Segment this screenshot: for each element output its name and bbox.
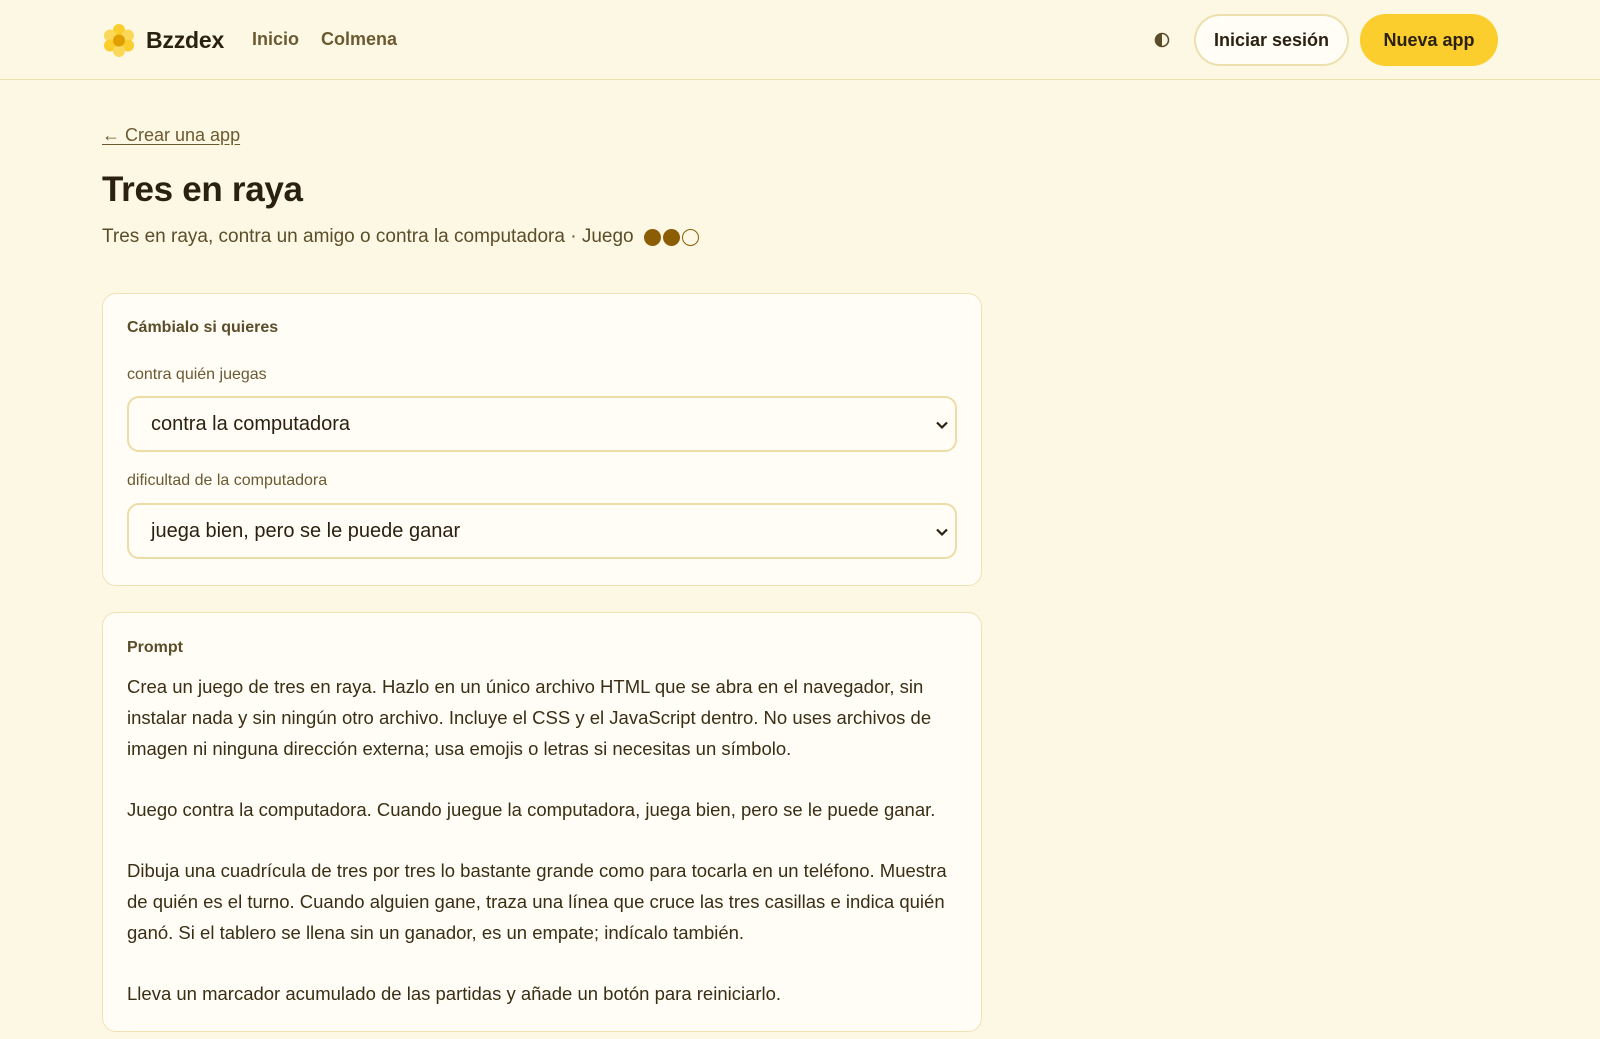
difficulty-label: dificultad de la computadora xyxy=(127,472,328,489)
theme-toggle-button[interactable] xyxy=(1152,30,1172,50)
chevron-down-icon xyxy=(936,528,948,537)
prompt-paragraph: Crea un juego de tres en raya. Hazlo en … xyxy=(127,676,932,759)
main-nav: Inicio Colmena xyxy=(252,29,397,50)
prompt-paragraph: Dibuja una cuadrícula de tres por tres l… xyxy=(127,860,947,943)
difficulty-dot-filled xyxy=(643,228,661,246)
difficulty-dot-filled xyxy=(662,228,680,246)
options-card: Cámbialo si quieres contra quién juegas … xyxy=(102,293,982,586)
new-app-button[interactable]: Nueva app xyxy=(1360,14,1498,66)
page-subtitle: Tres en raya, contra un amigo o contra l… xyxy=(102,226,699,248)
difficulty-rating xyxy=(643,228,699,246)
half-circle-icon xyxy=(1154,32,1170,48)
difficulty-dot-empty xyxy=(681,228,699,246)
opponent-select-value: contra la computadora xyxy=(151,412,351,435)
opponent-label: contra quién juegas xyxy=(127,366,267,383)
opponent-select[interactable]: contra la computadora xyxy=(127,396,957,452)
brand[interactable]: Bzzdex xyxy=(102,22,224,58)
login-button[interactable]: Iniciar sesión xyxy=(1194,14,1349,66)
chevron-down-icon xyxy=(936,421,948,430)
nav-item-colmena[interactable]: Colmena xyxy=(321,29,397,50)
prompt-text: Crea un juego de tres en raya. Hazlo en … xyxy=(127,671,957,1039)
brand-name: Bzzdex xyxy=(146,26,225,53)
back-link[interactable]: ← Crear una app xyxy=(102,125,240,146)
difficulty-select-value: juega bien, pero se le puede ganar xyxy=(151,519,461,542)
page-title: Tres en raya xyxy=(102,170,303,209)
top-navigation-bar: Bzzdex Inicio Colmena Iniciar sesión Nue… xyxy=(0,0,1600,80)
options-heading: Cámbialo si quieres xyxy=(127,319,279,336)
nav-item-inicio[interactable]: Inicio xyxy=(252,29,299,50)
prompt-paragraph: Lleva un marcador acumulado de las parti… xyxy=(127,983,782,1004)
prompt-card: Prompt Crea un juego de tres en raya. Ha… xyxy=(102,612,982,1032)
prompt-paragraph: Juego contra la computadora. Cuando jueg… xyxy=(127,799,936,820)
honeycomb-logo-icon xyxy=(104,24,134,57)
difficulty-select[interactable]: juega bien, pero se le puede ganar xyxy=(127,503,957,559)
prompt-heading: Prompt xyxy=(127,639,183,656)
subtitle-text: Tres en raya, contra un amigo o contra l… xyxy=(102,226,634,247)
